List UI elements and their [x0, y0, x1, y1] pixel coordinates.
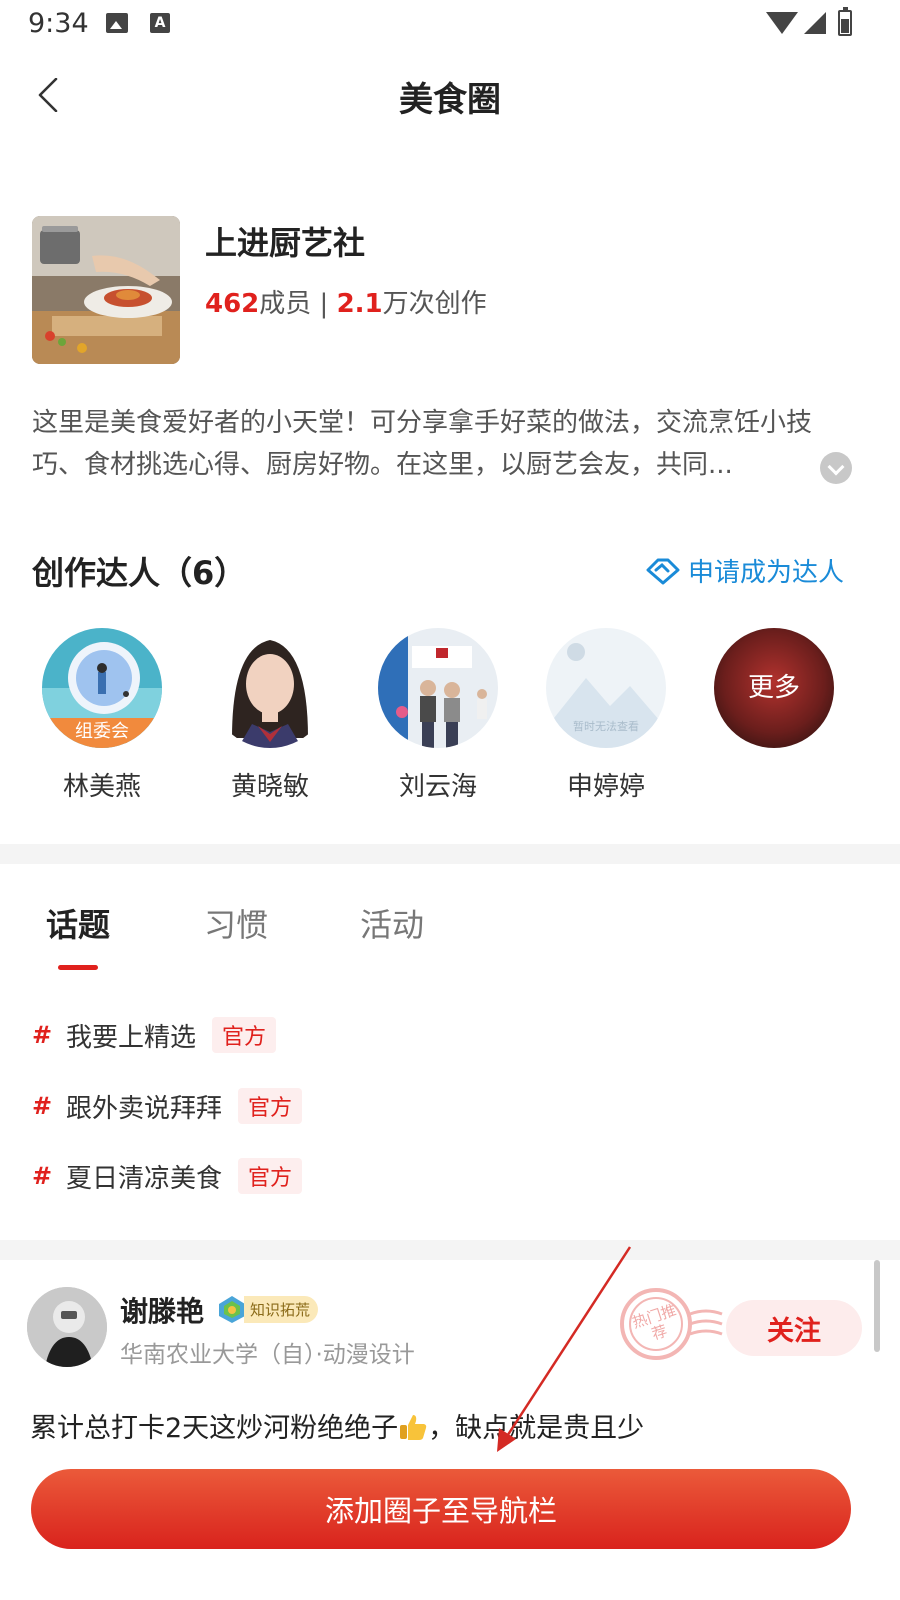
- post-content[interactable]: 累计总打卡2天这炒河粉绝绝子 ，缺点就是贵且少: [30, 1406, 644, 1445]
- status-bar: 9:34 A: [0, 0, 900, 48]
- post-content-text-2: ，缺点就是贵且少: [428, 1413, 645, 1444]
- tab-habits[interactable]: 习惯: [204, 900, 268, 946]
- thumbs-up-icon: [400, 1415, 427, 1440]
- section-divider: [0, 844, 900, 864]
- creators-title: 创作达人（6）: [32, 554, 247, 592]
- add-circle-to-navbar-button[interactable]: 添加圈子至导航栏: [31, 1469, 851, 1549]
- hash-icon: #: [32, 1162, 53, 1190]
- creator-name: 刘云海: [398, 772, 477, 802]
- handshake-icon: [646, 558, 680, 585]
- creations-count: 2.1: [336, 289, 383, 319]
- topic-name: 夏日清凉美食: [66, 1163, 223, 1194]
- circle-description: 这里是美食爱好者的小天堂！可分享拿手好菜的做法，交流烹饪小技巧、食材挑选心得、厨…: [32, 408, 813, 480]
- topic-item[interactable]: # 跟外卖说拜拜 官方: [32, 1086, 303, 1126]
- wifi-icon: [766, 12, 798, 34]
- hash-icon: #: [32, 1021, 53, 1049]
- creator-avatar: [210, 628, 330, 748]
- status-time: 9:34: [28, 8, 89, 39]
- post-author-school: 华南农业大学（自）·动漫设计: [120, 1342, 415, 1368]
- battery-icon: [838, 7, 852, 36]
- stats-separator: |: [311, 289, 337, 319]
- badge-label: 知识拓荒: [244, 1295, 319, 1323]
- avatar-placeholder-text: 暂时无法查看: [573, 720, 639, 733]
- circle-stats: 462成员 | 2.1万次创作: [205, 283, 487, 320]
- official-tag: 官方: [238, 1158, 303, 1194]
- creations-label: 万次创作: [382, 289, 487, 319]
- creator-item[interactable]: 刘云海: [376, 628, 500, 803]
- members-count: 462: [205, 289, 260, 319]
- active-tab-indicator: [58, 965, 98, 970]
- topic-name: 跟外卖说拜拜: [66, 1093, 223, 1124]
- post-author-avatar[interactable]: [27, 1287, 107, 1367]
- official-tag: 官方: [238, 1088, 303, 1124]
- expand-chevron-down-icon[interactable]: [820, 452, 852, 484]
- circle-cover-image: [32, 216, 180, 364]
- more-label: 更多: [747, 673, 800, 703]
- creator-name: 黄晓敏: [230, 772, 309, 802]
- signal-icon: [804, 12, 826, 34]
- section-divider: [0, 1240, 900, 1260]
- committee-badge: 组委会: [42, 718, 162, 748]
- hot-recommend-stamp: 热门推荐: [616, 1284, 726, 1364]
- post-content-text-1: 累计总打卡2天这炒河粉绝绝子: [30, 1413, 399, 1444]
- tab-activities[interactable]: 活动: [360, 900, 424, 946]
- circle-name: 上进厨艺社: [205, 224, 366, 262]
- official-tag: 官方: [212, 1017, 277, 1053]
- more-creators-avatar: 更多: [714, 628, 834, 748]
- creator-avatar: 组委会: [42, 628, 162, 748]
- apply-creator-link[interactable]: 申请成为达人: [646, 552, 844, 588]
- more-creators-button[interactable]: 更多: [712, 628, 836, 748]
- post-author-name[interactable]: 谢滕艳: [120, 1290, 204, 1330]
- image-notification-icon: [106, 13, 128, 33]
- hash-icon: #: [32, 1092, 53, 1120]
- creator-item[interactable]: 黄晓敏: [208, 628, 332, 803]
- page-title: 美食圈: [399, 80, 501, 120]
- creator-item[interactable]: 组委会 林美燕: [40, 628, 164, 803]
- topic-item[interactable]: # 我要上精选 官方: [32, 1015, 277, 1055]
- topic-name: 我要上精选: [66, 1022, 197, 1053]
- apply-creator-label: 申请成为达人: [688, 557, 845, 588]
- creator-avatar: [378, 628, 498, 748]
- members-label: 成员: [259, 289, 312, 319]
- scrollbar[interactable]: [874, 1260, 880, 1352]
- tab-topics[interactable]: 话题: [46, 900, 110, 946]
- creator-name: 林美燕: [62, 772, 141, 802]
- topic-item[interactable]: # 夏日清凉美食 官方: [32, 1156, 303, 1196]
- creator-avatar: 暂时无法查看: [546, 628, 666, 748]
- a-notification-icon: A: [150, 13, 170, 33]
- creator-item[interactable]: 暂时无法查看 申婷婷: [544, 628, 668, 803]
- creator-name: 申婷婷: [566, 772, 645, 802]
- follow-button[interactable]: 关注: [726, 1300, 862, 1356]
- author-badge: 知识拓荒: [216, 1294, 319, 1324]
